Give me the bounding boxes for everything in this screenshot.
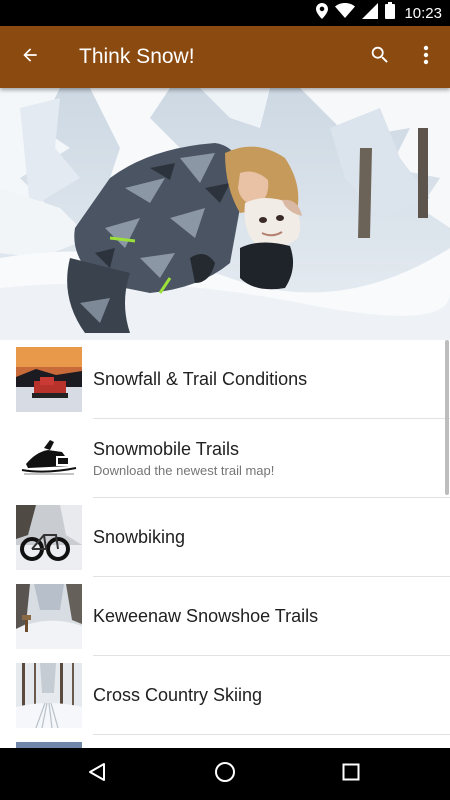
app-bar: Think Snow! <box>0 26 450 88</box>
list-item[interactable]: Keweenaw Snowshoe Trails <box>0 577 450 656</box>
arrow-back-icon <box>20 45 40 70</box>
snowmobile-logo-thumbnail <box>16 426 82 491</box>
back-button[interactable] <box>12 39 48 75</box>
scrollbar[interactable] <box>445 340 449 495</box>
status-icons: 10:23 <box>316 0 442 26</box>
status-time: 10:23 <box>404 4 442 22</box>
list-item-text: Cross Country Skiing <box>93 656 440 735</box>
list-item-title: Snowmobile Trails <box>93 439 240 459</box>
list-item-title: Keweenaw Snowshoe Trails <box>93 606 319 626</box>
overflow-menu-button[interactable] <box>408 39 444 75</box>
list-item[interactable]: Snowfall & Trail Conditions <box>0 340 450 419</box>
list-item[interactable]: Snowmobile Trails Download the newest tr… <box>0 419 450 498</box>
signal-icon <box>362 2 379 24</box>
battery-icon <box>385 2 396 24</box>
more-vert-icon <box>423 45 429 70</box>
search-button[interactable] <box>362 39 398 75</box>
hero-image <box>0 88 450 340</box>
fat-bike-thumbnail <box>16 505 82 570</box>
nav-recents-icon <box>342 763 360 786</box>
hero-illustration <box>0 88 450 340</box>
nav-back-icon <box>87 762 107 787</box>
status-bar: 10:23 <box>0 0 450 26</box>
list-item-text: Snowfall & Trail Conditions <box>93 340 440 419</box>
groomer-sunset-thumbnail <box>16 347 82 412</box>
nav-back-button[interactable] <box>77 754 117 794</box>
list-item-title: Snowbiking <box>93 527 186 547</box>
list-item[interactable]: Snowbiking <box>0 498 450 577</box>
nav-home-button[interactable] <box>205 754 245 794</box>
list-item-text: Keweenaw Snowshoe Trails <box>93 577 440 656</box>
list-item-partial[interactable] <box>0 735 450 748</box>
list-item-text: Snowbiking <box>93 498 440 577</box>
list-item-text: Snowmobile Trails Download the newest tr… <box>93 419 440 498</box>
page-title: Think Snow! <box>79 45 195 68</box>
snowshoe-trail-thumbnail <box>16 584 82 649</box>
search-icon <box>369 44 391 71</box>
location-icon <box>316 2 329 24</box>
list-item-title: Snowfall & Trail Conditions <box>93 369 308 389</box>
nav-home-icon <box>214 761 236 788</box>
system-nav-bar <box>0 748 450 800</box>
menu-list: Snowfall & Trail Conditions Snowmobile T… <box>0 340 450 748</box>
list-item-subtitle: Download the newest trail map! <box>93 463 275 478</box>
list-item-title: Cross Country Skiing <box>93 685 263 705</box>
wifi-icon <box>335 3 356 23</box>
ski-tracks-thumbnail <box>16 663 82 728</box>
nav-recents-button[interactable] <box>331 754 371 794</box>
list-item[interactable]: Cross Country Skiing <box>0 656 450 735</box>
